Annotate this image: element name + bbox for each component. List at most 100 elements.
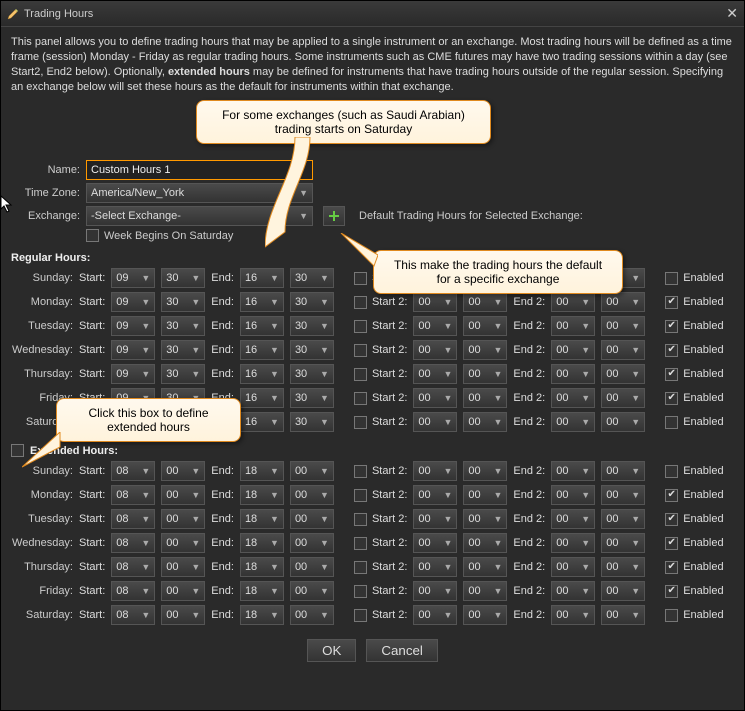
time-select[interactable]: 00▼ xyxy=(463,581,507,601)
time-select[interactable]: 00▼ xyxy=(601,412,645,432)
time-select[interactable]: 00▼ xyxy=(413,412,457,432)
time-select[interactable]: 16▼ xyxy=(240,268,284,288)
time-select[interactable]: 30▼ xyxy=(290,412,334,432)
time-select[interactable]: 16▼ xyxy=(240,364,284,384)
time-select[interactable]: 18▼ xyxy=(240,581,284,601)
time-select[interactable]: 00▼ xyxy=(601,340,645,360)
time-select[interactable]: 00▼ xyxy=(463,364,507,384)
time-select[interactable]: 30▼ xyxy=(161,340,205,360)
time-select[interactable]: 00▼ xyxy=(413,605,457,625)
enabled-checkbox[interactable] xyxy=(665,537,678,550)
time-select[interactable]: 00▼ xyxy=(551,388,595,408)
start2-checkbox[interactable] xyxy=(354,296,367,309)
time-select[interactable]: 30▼ xyxy=(290,292,334,312)
time-select[interactable]: 00▼ xyxy=(551,605,595,625)
start2-checkbox[interactable] xyxy=(354,561,367,574)
time-select[interactable]: 00▼ xyxy=(601,485,645,505)
time-select[interactable]: 16▼ xyxy=(240,316,284,336)
time-select[interactable]: 00▼ xyxy=(601,509,645,529)
time-select[interactable]: 30▼ xyxy=(290,388,334,408)
time-select[interactable]: 00▼ xyxy=(551,316,595,336)
time-select[interactable]: 08▼ xyxy=(111,581,155,601)
time-select[interactable]: 08▼ xyxy=(111,605,155,625)
enabled-checkbox[interactable] xyxy=(665,561,678,574)
time-select[interactable]: 00▼ xyxy=(601,388,645,408)
time-select[interactable]: 00▼ xyxy=(463,412,507,432)
time-select[interactable]: 00▼ xyxy=(601,581,645,601)
time-select[interactable]: 30▼ xyxy=(290,340,334,360)
close-icon[interactable]: ✕ xyxy=(726,5,738,22)
time-select[interactable]: 00▼ xyxy=(413,533,457,553)
enabled-checkbox[interactable] xyxy=(665,272,678,285)
time-select[interactable]: 30▼ xyxy=(161,268,205,288)
start2-checkbox[interactable] xyxy=(354,465,367,478)
time-select[interactable]: 00▼ xyxy=(413,340,457,360)
time-select[interactable]: 00▼ xyxy=(551,461,595,481)
time-select[interactable]: 30▼ xyxy=(290,364,334,384)
time-select[interactable]: 09▼ xyxy=(111,364,155,384)
time-select[interactable]: 00▼ xyxy=(290,557,334,577)
enabled-checkbox[interactable] xyxy=(665,465,678,478)
time-select[interactable]: 18▼ xyxy=(240,509,284,529)
time-select[interactable]: 00▼ xyxy=(551,557,595,577)
time-select[interactable]: 00▼ xyxy=(551,292,595,312)
time-select[interactable]: 09▼ xyxy=(111,316,155,336)
time-select[interactable]: 00▼ xyxy=(601,557,645,577)
time-select[interactable]: 00▼ xyxy=(290,605,334,625)
start2-checkbox[interactable] xyxy=(354,537,367,550)
time-select[interactable]: 00▼ xyxy=(601,292,645,312)
time-select[interactable]: 00▼ xyxy=(413,388,457,408)
time-select[interactable]: 00▼ xyxy=(551,412,595,432)
start2-checkbox[interactable] xyxy=(354,368,367,381)
enabled-checkbox[interactable] xyxy=(665,416,678,429)
time-select[interactable]: 00▼ xyxy=(161,485,205,505)
time-select[interactable]: 00▼ xyxy=(413,581,457,601)
time-select[interactable]: 18▼ xyxy=(240,605,284,625)
time-select[interactable]: 16▼ xyxy=(240,292,284,312)
enabled-checkbox[interactable] xyxy=(665,296,678,309)
start2-checkbox[interactable] xyxy=(354,513,367,526)
time-select[interactable]: 00▼ xyxy=(413,364,457,384)
time-select[interactable]: 09▼ xyxy=(111,268,155,288)
time-select[interactable]: 00▼ xyxy=(161,581,205,601)
enabled-checkbox[interactable] xyxy=(665,368,678,381)
time-select[interactable]: 00▼ xyxy=(601,364,645,384)
start2-checkbox[interactable] xyxy=(354,416,367,429)
time-select[interactable]: 00▼ xyxy=(161,533,205,553)
time-select[interactable]: 00▼ xyxy=(290,461,334,481)
add-exchange-button[interactable] xyxy=(323,206,345,226)
time-select[interactable]: 00▼ xyxy=(551,485,595,505)
time-select[interactable]: 00▼ xyxy=(161,557,205,577)
start2-checkbox[interactable] xyxy=(354,344,367,357)
time-select[interactable]: 18▼ xyxy=(240,461,284,481)
start2-checkbox[interactable] xyxy=(354,320,367,333)
time-select[interactable]: 00▼ xyxy=(290,581,334,601)
time-select[interactable]: 00▼ xyxy=(290,485,334,505)
time-select[interactable]: 00▼ xyxy=(413,509,457,529)
time-select[interactable]: 00▼ xyxy=(413,557,457,577)
enabled-checkbox[interactable] xyxy=(665,344,678,357)
time-select[interactable]: 00▼ xyxy=(463,485,507,505)
time-select[interactable]: 00▼ xyxy=(463,340,507,360)
time-select[interactable]: 00▼ xyxy=(601,533,645,553)
time-select[interactable]: 30▼ xyxy=(161,364,205,384)
time-select[interactable]: 08▼ xyxy=(111,461,155,481)
time-select[interactable]: 00▼ xyxy=(463,533,507,553)
time-select[interactable]: 00▼ xyxy=(601,605,645,625)
week-begins-saturday-checkbox[interactable] xyxy=(86,229,99,242)
time-select[interactable]: 18▼ xyxy=(240,533,284,553)
start2-checkbox[interactable] xyxy=(354,489,367,502)
time-select[interactable]: 08▼ xyxy=(111,485,155,505)
cancel-button[interactable]: Cancel xyxy=(366,639,438,662)
time-select[interactable]: 00▼ xyxy=(551,340,595,360)
start2-checkbox[interactable] xyxy=(354,392,367,405)
time-select[interactable]: 16▼ xyxy=(240,388,284,408)
time-select[interactable]: 00▼ xyxy=(551,533,595,553)
enabled-checkbox[interactable] xyxy=(665,320,678,333)
time-select[interactable]: 00▼ xyxy=(463,509,507,529)
time-select[interactable]: 00▼ xyxy=(413,461,457,481)
time-select[interactable]: 00▼ xyxy=(601,316,645,336)
start2-checkbox[interactable] xyxy=(354,585,367,598)
time-select[interactable]: 16▼ xyxy=(240,340,284,360)
time-select[interactable]: 30▼ xyxy=(161,292,205,312)
